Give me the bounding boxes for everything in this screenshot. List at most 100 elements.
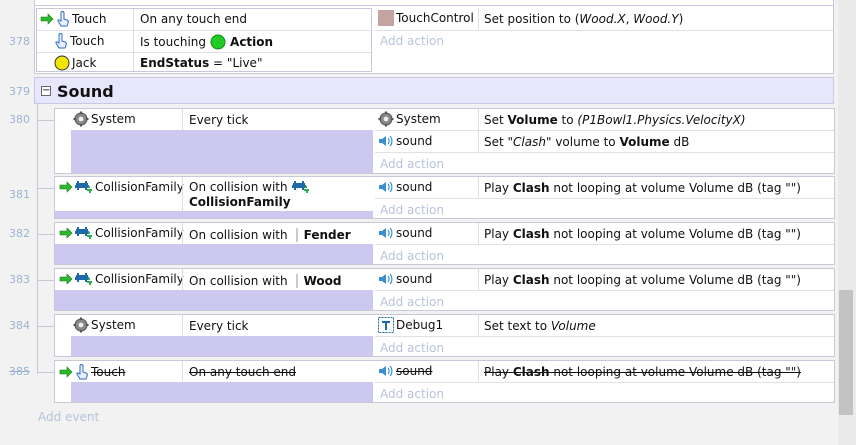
- action-param: Wood.Y: [633, 12, 679, 26]
- action-object[interactable]: sound: [378, 134, 432, 148]
- touch-hand-icon: [54, 33, 68, 49]
- condition-empty-area[interactable]: [55, 290, 373, 310]
- add-event-link[interactable]: Add event: [38, 410, 99, 424]
- condition-text[interactable]: On collision with Wood: [189, 273, 342, 289]
- object-name: CollisionFamily: [95, 180, 184, 194]
- condition-target: Wood: [303, 274, 342, 288]
- action-param: Clash: [512, 273, 550, 287]
- object-name: Jack: [72, 56, 97, 70]
- action-part: to: [557, 113, 578, 127]
- action-part: Set: [484, 135, 508, 149]
- condition-empty-area[interactable]: [71, 336, 373, 356]
- object-name: sound: [396, 134, 433, 148]
- condition-text[interactable]: EndStatus = "Live": [140, 56, 262, 70]
- condition-empty-area[interactable]: [55, 211, 373, 218]
- object-name: System: [91, 112, 136, 126]
- group-header-sound[interactable]: − Sound: [34, 77, 834, 104]
- green-circle-icon: [210, 34, 226, 50]
- condition-text[interactable]: Is touching Action: [140, 34, 273, 50]
- action-part: Set position to (: [484, 12, 580, 26]
- yellow-circle-icon: [54, 55, 70, 71]
- object-name: sound: [396, 226, 433, 240]
- object-name: Touch: [72, 12, 107, 26]
- condition-empty-area[interactable]: [71, 382, 373, 402]
- action-object[interactable]: System: [378, 111, 441, 127]
- action-part: not looping at volume Volume dB (tag ""): [549, 181, 801, 195]
- condition-empty-area[interactable]: [55, 244, 373, 264]
- add-action-link[interactable]: Add action: [380, 203, 444, 217]
- condition-label: On collision with: [189, 180, 288, 194]
- action-param: Clash: [512, 181, 550, 195]
- add-action-link[interactable]: Add action: [380, 249, 444, 263]
- condition-label: On collision with: [189, 274, 288, 288]
- condition-empty-area[interactable]: [71, 130, 373, 173]
- action-text[interactable]: Play Clash not looping at volume Volume …: [484, 273, 801, 287]
- scrollbar-thumb[interactable]: [839, 290, 853, 415]
- action-part: Play: [484, 227, 513, 241]
- arrow-right-icon: [59, 181, 73, 193]
- condition-label: On collision with: [189, 228, 288, 242]
- object-name: System: [396, 112, 441, 126]
- object-name: sound: [396, 364, 433, 378]
- action-text[interactable]: Set position to (Wood.X, Wood.Y): [484, 12, 683, 26]
- action-text[interactable]: Play Clash not looping at volume Volume …: [484, 181, 801, 195]
- action-object[interactable]: sound: [378, 180, 432, 194]
- object-name: CollisionFamily: [95, 272, 184, 286]
- touch-hand-icon: [56, 11, 70, 27]
- action-param: "Clash": [507, 135, 552, 149]
- top-cond1-object[interactable]: Touch: [40, 11, 106, 27]
- action-object[interactable]: sound: [378, 226, 432, 240]
- action-object[interactable]: sound: [378, 364, 432, 378]
- condition-text[interactable]: Every tick: [189, 319, 249, 333]
- object-name: Debug1: [396, 318, 444, 332]
- action-text[interactable]: Set Volume to (P1Bowl1.Physics.VelocityX…: [484, 113, 746, 127]
- object-name: System: [91, 318, 136, 332]
- condition-text[interactable]: On collision with: [189, 180, 310, 194]
- top-cond3-object[interactable]: Jack: [54, 55, 96, 71]
- line-number: 385: [9, 365, 30, 378]
- line-number: 380: [9, 113, 30, 126]
- condition-text[interactable]: On any touch end: [140, 12, 247, 26]
- add-action-link[interactable]: Add action: [380, 157, 444, 171]
- sprite-thumbnail-icon: [378, 10, 394, 26]
- condition-object[interactable]: System: [73, 111, 136, 127]
- action-text[interactable]: Play Clash not looping at volume Volume …: [484, 227, 801, 241]
- action-param: Volume: [619, 135, 670, 149]
- action-param: Wood.X: [579, 12, 626, 26]
- add-action-link[interactable]: Add action: [380, 295, 444, 309]
- action-text[interactable]: Set text to Volume: [484, 319, 596, 333]
- condition-target: CollisionFamily: [189, 195, 291, 209]
- action-part: dB: [669, 135, 690, 149]
- condition-object[interactable]: CollisionFamily: [59, 180, 184, 194]
- condition-object[interactable]: CollisionFamily: [59, 226, 184, 240]
- add-action-link[interactable]: Add action: [380, 387, 444, 401]
- add-action-link[interactable]: Add action: [380, 34, 444, 48]
- family-invader-icon: [75, 180, 93, 194]
- speaker-icon: [378, 226, 394, 240]
- condition-object[interactable]: CollisionFamily: [59, 272, 184, 286]
- action-part: not looping at volume Volume dB (tag ""): [549, 365, 801, 379]
- condition-object[interactable]: Touch: [59, 364, 125, 380]
- gear-icon: [378, 111, 394, 127]
- action-text[interactable]: Set "Clash" volume to Volume dB: [484, 135, 689, 149]
- top-action1-object[interactable]: TouchControl: [378, 10, 474, 26]
- arrow-right-icon: [40, 13, 54, 25]
- condition-object[interactable]: System: [73, 317, 136, 333]
- condition-target: Fender: [303, 228, 351, 242]
- action-object[interactable]: sound: [378, 272, 432, 286]
- condition-text[interactable]: On any touch end: [189, 365, 296, 379]
- object-name: Touch: [91, 365, 126, 379]
- add-action-link[interactable]: Add action: [380, 341, 444, 355]
- top-cond2-object[interactable]: Touch: [54, 33, 104, 49]
- thin-bar-icon: [292, 273, 300, 289]
- condition-text[interactable]: Every tick: [189, 113, 249, 127]
- collapse-toggle-icon[interactable]: −: [41, 86, 51, 96]
- field-value: = "Live": [209, 56, 263, 70]
- line-number: 384: [9, 319, 30, 332]
- field-name: EndStatus: [140, 56, 210, 70]
- condition-text[interactable]: On collision with Fender: [189, 227, 351, 243]
- action-object[interactable]: Debug1: [378, 317, 443, 333]
- action-param: Volume: [507, 113, 558, 127]
- action-text[interactable]: Play Clash not looping at volume Volume …: [484, 365, 801, 379]
- action-param: Clash: [512, 365, 550, 379]
